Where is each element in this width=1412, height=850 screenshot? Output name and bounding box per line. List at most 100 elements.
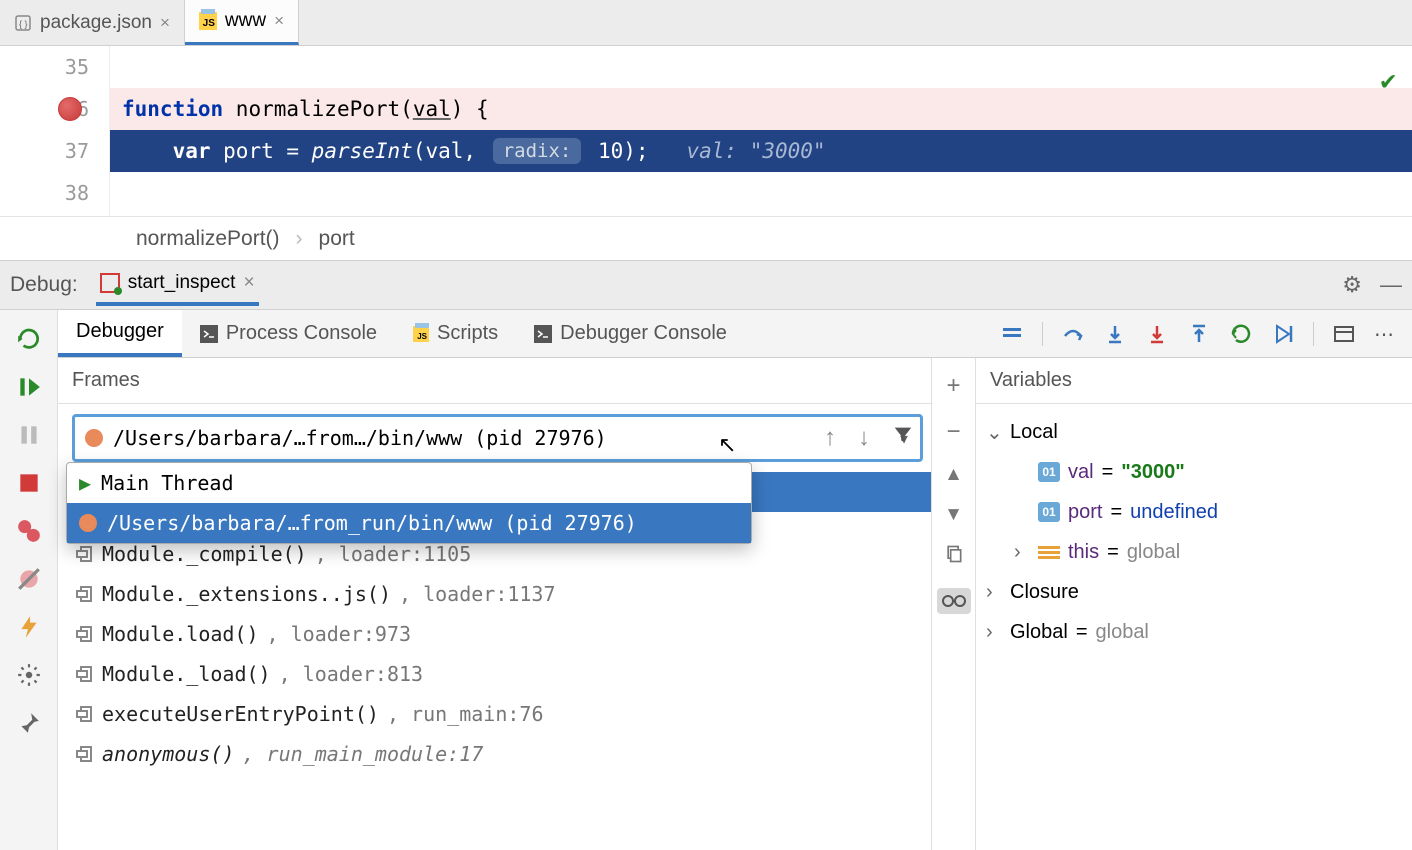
run-to-cursor-icon[interactable] bbox=[1229, 322, 1253, 346]
code-line: function normalizePort(val) { bbox=[110, 88, 1412, 130]
line-number: 35 bbox=[65, 55, 89, 79]
layout-icon[interactable] bbox=[1000, 322, 1024, 346]
chevron-right-icon[interactable]: › bbox=[1014, 541, 1030, 564]
run-config-name: start_inspect bbox=[128, 272, 236, 294]
run-config-icon bbox=[100, 273, 120, 293]
code-area[interactable]: ✔ function normalizePort(val) { var port… bbox=[110, 46, 1412, 216]
stack-frame[interactable]: Module._extensions..js(), loader:1137 bbox=[74, 574, 931, 614]
debugger-tabs: Debugger Process Console JS Scripts Debu… bbox=[58, 310, 1412, 358]
frame-down-icon[interactable]: ↓ bbox=[858, 424, 870, 453]
variables-pane: + − ▲ ▼ Variables ⌄Local 01val="3000" 01… bbox=[932, 358, 1412, 850]
remove-watch-icon[interactable]: − bbox=[946, 418, 960, 446]
breadcrumb-item[interactable]: normalizePort() bbox=[136, 227, 280, 251]
tab-label: www bbox=[225, 10, 266, 32]
console-icon bbox=[200, 325, 218, 343]
resume-icon[interactable] bbox=[16, 374, 42, 400]
object-icon bbox=[1038, 542, 1060, 562]
code-editor[interactable]: 35 36 37 38 ✔ function normalizePort(val… bbox=[0, 46, 1412, 216]
evaluate-icon[interactable] bbox=[1332, 322, 1356, 346]
scope-local[interactable]: ⌄Local bbox=[986, 412, 1402, 452]
force-step-into-icon[interactable] bbox=[1145, 322, 1169, 346]
chevron-right-icon[interactable]: › bbox=[986, 581, 1002, 604]
breakpoint-icon[interactable] bbox=[58, 97, 82, 121]
step-over-icon[interactable] bbox=[1061, 322, 1085, 346]
gutter: 35 36 37 38 bbox=[0, 46, 110, 216]
gear-icon[interactable]: ⚙ bbox=[1342, 272, 1362, 298]
stop-icon[interactable] bbox=[16, 470, 42, 496]
tab-debugger-console[interactable]: Debugger Console bbox=[516, 310, 745, 357]
num-badge-icon: 01 bbox=[1038, 502, 1060, 522]
thread-status-icon bbox=[85, 429, 103, 447]
frame-icon bbox=[74, 584, 94, 604]
lightning-icon[interactable] bbox=[16, 614, 42, 640]
variables-tree[interactable]: ⌄Local 01val="3000" 01port=undefined ›th… bbox=[976, 404, 1412, 660]
stack-list: Module._compile(), loader:1105 Module._e… bbox=[64, 534, 931, 774]
glasses-icon[interactable] bbox=[937, 588, 971, 614]
copy-icon[interactable] bbox=[944, 544, 964, 570]
step-toolbar: ⋯ bbox=[1000, 322, 1412, 346]
frames-pane: Frames /Users/barbara/…from…/bin/www (pi… bbox=[58, 358, 932, 850]
chevron-right-icon[interactable]: › bbox=[986, 621, 1002, 644]
scope-closure[interactable]: ›Closure bbox=[986, 572, 1402, 612]
thread-dropdown[interactable]: ▶ Main Thread /Users/barbara/…from_run/b… bbox=[66, 462, 752, 544]
debug-toolwindow-header: Debug: start_inspect × ⚙ — bbox=[0, 260, 1412, 310]
variables-header: Variables bbox=[976, 358, 1412, 404]
chevron-right-icon: › bbox=[296, 227, 303, 251]
frame-icon bbox=[74, 624, 94, 644]
filter-icon[interactable] bbox=[892, 424, 914, 453]
close-icon[interactable]: × bbox=[274, 11, 284, 31]
breadcrumb[interactable]: normalizePort() › port bbox=[0, 216, 1412, 260]
num-badge-icon: 01 bbox=[1038, 462, 1060, 482]
step-into-icon[interactable] bbox=[1103, 322, 1127, 346]
code-line bbox=[110, 46, 1412, 88]
run-config-tab[interactable]: start_inspect × bbox=[96, 264, 259, 306]
debug-panes: Frames /Users/barbara/…from…/bin/www (pi… bbox=[58, 358, 1412, 850]
mute-breakpoints-icon[interactable] bbox=[16, 566, 42, 592]
tab-package-json[interactable]: { } package.json × bbox=[0, 0, 185, 45]
var-this[interactable]: ›this=global bbox=[986, 532, 1402, 572]
scope-global[interactable]: ›Global=global bbox=[986, 612, 1402, 652]
pin-icon[interactable] bbox=[16, 710, 42, 736]
more-icon[interactable]: ⋯ bbox=[1374, 322, 1398, 346]
frames-header: Frames bbox=[58, 358, 931, 404]
selected-frame-highlight bbox=[752, 472, 931, 512]
dropdown-item-main-thread[interactable]: ▶ Main Thread bbox=[67, 463, 751, 503]
debug-body: Debugger Process Console JS Scripts Debu… bbox=[0, 310, 1412, 850]
stack-frame[interactable]: Module.load(), loader:973 bbox=[74, 614, 931, 654]
stack-frame[interactable]: Module._load(), loader:813 bbox=[74, 654, 931, 694]
var-val[interactable]: 01val="3000" bbox=[986, 452, 1402, 492]
drop-frame-icon[interactable] bbox=[1271, 322, 1295, 346]
frame-up-icon[interactable]: ↑ bbox=[824, 424, 836, 453]
down-icon[interactable]: ▼ bbox=[944, 504, 963, 526]
settings-icon[interactable] bbox=[16, 662, 42, 688]
frame-icon bbox=[74, 544, 94, 564]
var-port[interactable]: 01port=undefined bbox=[986, 492, 1402, 532]
up-icon[interactable]: ▲ bbox=[944, 464, 963, 486]
pause-icon[interactable] bbox=[16, 422, 42, 448]
stack-frame[interactable]: executeUserEntryPoint(), run_main:76 bbox=[74, 694, 931, 734]
tab-debugger[interactable]: Debugger bbox=[58, 310, 182, 357]
close-icon[interactable]: × bbox=[160, 13, 170, 33]
close-icon[interactable]: × bbox=[243, 272, 254, 294]
json-icon: { } bbox=[14, 14, 32, 32]
thread-selector[interactable]: /Users/barbara/…from…/bin/www (pid 27976… bbox=[72, 414, 923, 462]
frame-icon bbox=[74, 704, 94, 724]
line-number: 38 bbox=[65, 181, 89, 205]
dropdown-item-worker[interactable]: /Users/barbara/…from_run/bin/www (pid 27… bbox=[67, 503, 751, 543]
chevron-down-icon[interactable]: ⌄ bbox=[986, 420, 1002, 445]
stack-frame[interactable]: anonymous(), run_main_module:17 bbox=[74, 734, 931, 774]
minimize-icon[interactable]: — bbox=[1380, 272, 1402, 298]
tab-process-console[interactable]: Process Console bbox=[182, 310, 395, 357]
js-icon: JS bbox=[413, 326, 429, 342]
code-line-current: var port = parseInt(val, radix: 10); val… bbox=[110, 130, 1412, 172]
breadcrumb-item[interactable]: port bbox=[319, 227, 355, 251]
view-breakpoints-icon[interactable] bbox=[16, 518, 42, 544]
js-icon: JS bbox=[199, 12, 217, 30]
tab-www[interactable]: JS www × bbox=[185, 0, 299, 45]
variables-rail: + − ▲ ▼ bbox=[932, 358, 976, 850]
rerun-icon[interactable] bbox=[16, 326, 42, 352]
add-watch-icon[interactable]: + bbox=[946, 372, 960, 400]
step-out-icon[interactable] bbox=[1187, 322, 1211, 346]
console-icon bbox=[534, 325, 552, 343]
tab-scripts[interactable]: JS Scripts bbox=[395, 310, 516, 357]
